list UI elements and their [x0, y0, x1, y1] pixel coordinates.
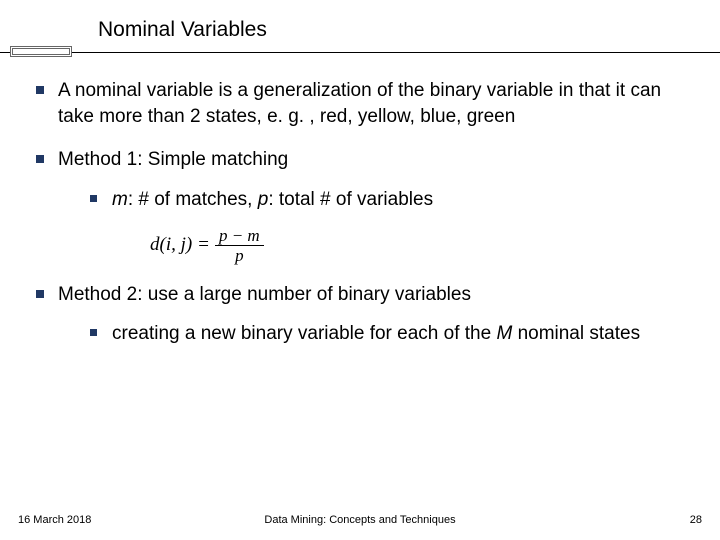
body-text: creating a new binary variable for each …: [112, 323, 496, 344]
body-text: nominal states: [518, 323, 641, 344]
var-M: M: [496, 323, 512, 344]
bullet-method2: Method 2: use a large number of binary v…: [30, 282, 690, 347]
slide-body: A nominal variable is a generalization o…: [30, 78, 690, 365]
footer-title: Data Mining: Concepts and Techniques: [0, 514, 720, 526]
slide-number: 28: [690, 514, 702, 526]
bullet-method1: Method 1: Simple matching m: # of matche…: [30, 147, 690, 263]
body-text: Method 2: use a large number of binary v…: [58, 284, 471, 305]
slide-title: Nominal Variables: [98, 18, 267, 42]
body-text: : # of matches,: [128, 189, 258, 210]
var-m: m: [112, 189, 128, 210]
body-text: Method 1: Simple matching: [58, 149, 288, 170]
var-p: p: [258, 189, 269, 210]
body-text: : total # of variables: [268, 189, 433, 210]
sub-bullet-binary-vars: creating a new binary variable for each …: [84, 321, 690, 347]
bullet-definition: A nominal variable is a generalization o…: [30, 78, 690, 129]
body-text: A nominal variable is a generalization o…: [58, 80, 661, 127]
slide: Nominal Variables A nominal variable is …: [0, 0, 720, 540]
title-rule-decoration: [0, 46, 720, 58]
sub-bullet-m-p: m: # of matches, p: total # of variables…: [84, 187, 690, 264]
formula: d(i, j) = p − m p: [150, 227, 690, 264]
